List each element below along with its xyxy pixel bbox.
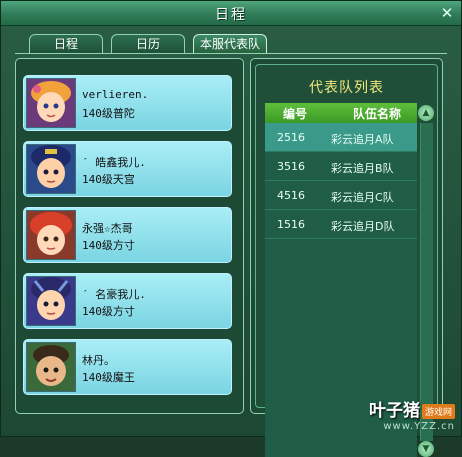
avatar (26, 342, 76, 392)
team-name: 彩云追月C队 (331, 191, 394, 204)
team-name: 彩云追月D队 (331, 220, 395, 233)
member-level-class: 140级天宫 (82, 173, 135, 186)
scroll-up-icon[interactable]: ▲ (418, 105, 434, 121)
table-row[interactable]: 2516 彩云追月A队 (265, 123, 417, 152)
member-level-class: 140级普陀 (82, 107, 135, 120)
member-card[interactable]: ˊ 名豪我儿. 140级方寸 (23, 273, 232, 329)
member-level-class: 140级方寸 (82, 305, 135, 318)
member-card[interactable]: 永强☆杰哥 140级方寸 (23, 207, 232, 263)
team-list-header: 编号 队伍名称 (265, 103, 417, 123)
table-row[interactable]: 4516 彩云追月C队 (265, 181, 417, 210)
scroll-down-icon[interactable]: ▼ (418, 441, 434, 457)
team-list-panel: 代表队列表 编号 队伍名称 2516 彩云追月A队 3516 彩云追月B队 45… (250, 58, 443, 457)
member-name: ˊ 皓鑫我儿. (82, 156, 146, 169)
tab-server-team[interactable]: 本服代表队 (193, 34, 267, 53)
team-name: 彩云追月B队 (331, 162, 394, 175)
watermark: 叶子猪 游戏网 www.YZZ.cn (369, 396, 455, 432)
window-title: 日程 (215, 7, 247, 23)
scrollbar-track[interactable] (420, 123, 433, 441)
member-card[interactable]: ˊ 皓鑫我儿. 140级天宫 (23, 141, 232, 197)
column-header-number: 编号 (283, 107, 308, 121)
schedule-window: 日程 ✕ 日程 日历 本服代表队 verlieren. 140级普陀 ˊ 皓鑫我… (0, 0, 462, 457)
team-number: 1516 (277, 218, 305, 231)
team-list-frame: 代表队列表 编号 队伍名称 2516 彩云追月A队 3516 彩云追月B队 45… (255, 64, 438, 457)
watermark-url: www.YZZ.cn (383, 421, 455, 432)
member-level-class: 140级魔王 (82, 371, 135, 384)
tab-calendar[interactable]: 日历 (111, 34, 185, 53)
avatar (26, 276, 76, 326)
table-row[interactable]: 1516 彩云追月D队 (265, 210, 417, 239)
member-name: verlieren. (82, 88, 149, 101)
member-name: ˊ 名豪我儿. (82, 288, 146, 301)
table-row[interactable]: 3516 彩云追月B队 (265, 152, 417, 181)
team-name: 彩云追月A队 (331, 133, 394, 146)
watermark-badge: 游戏网 (421, 404, 455, 419)
avatar (26, 210, 76, 260)
team-number: 4516 (277, 189, 305, 202)
watermark-logo: 叶子猪 (368, 401, 420, 421)
title-bar[interactable]: 日程 ✕ (1, 1, 461, 26)
member-card[interactable]: 林丹。 140级魔王 (23, 339, 232, 395)
member-name: 林丹。 (82, 354, 115, 367)
avatar (26, 144, 76, 194)
team-number: 2516 (277, 131, 305, 144)
close-icon[interactable]: ✕ (439, 5, 455, 21)
member-name: 永强☆杰哥 (82, 222, 133, 235)
member-card[interactable]: verlieren. 140级普陀 (23, 75, 232, 131)
column-header-team-name: 队伍名称 (353, 107, 402, 121)
tab-divider (15, 53, 447, 54)
avatar (26, 78, 76, 128)
tab-schedule[interactable]: 日程 (29, 34, 103, 53)
team-list-title: 代表队列表 (309, 80, 384, 96)
team-number: 3516 (277, 160, 305, 173)
member-level-class: 140级方寸 (82, 239, 135, 252)
